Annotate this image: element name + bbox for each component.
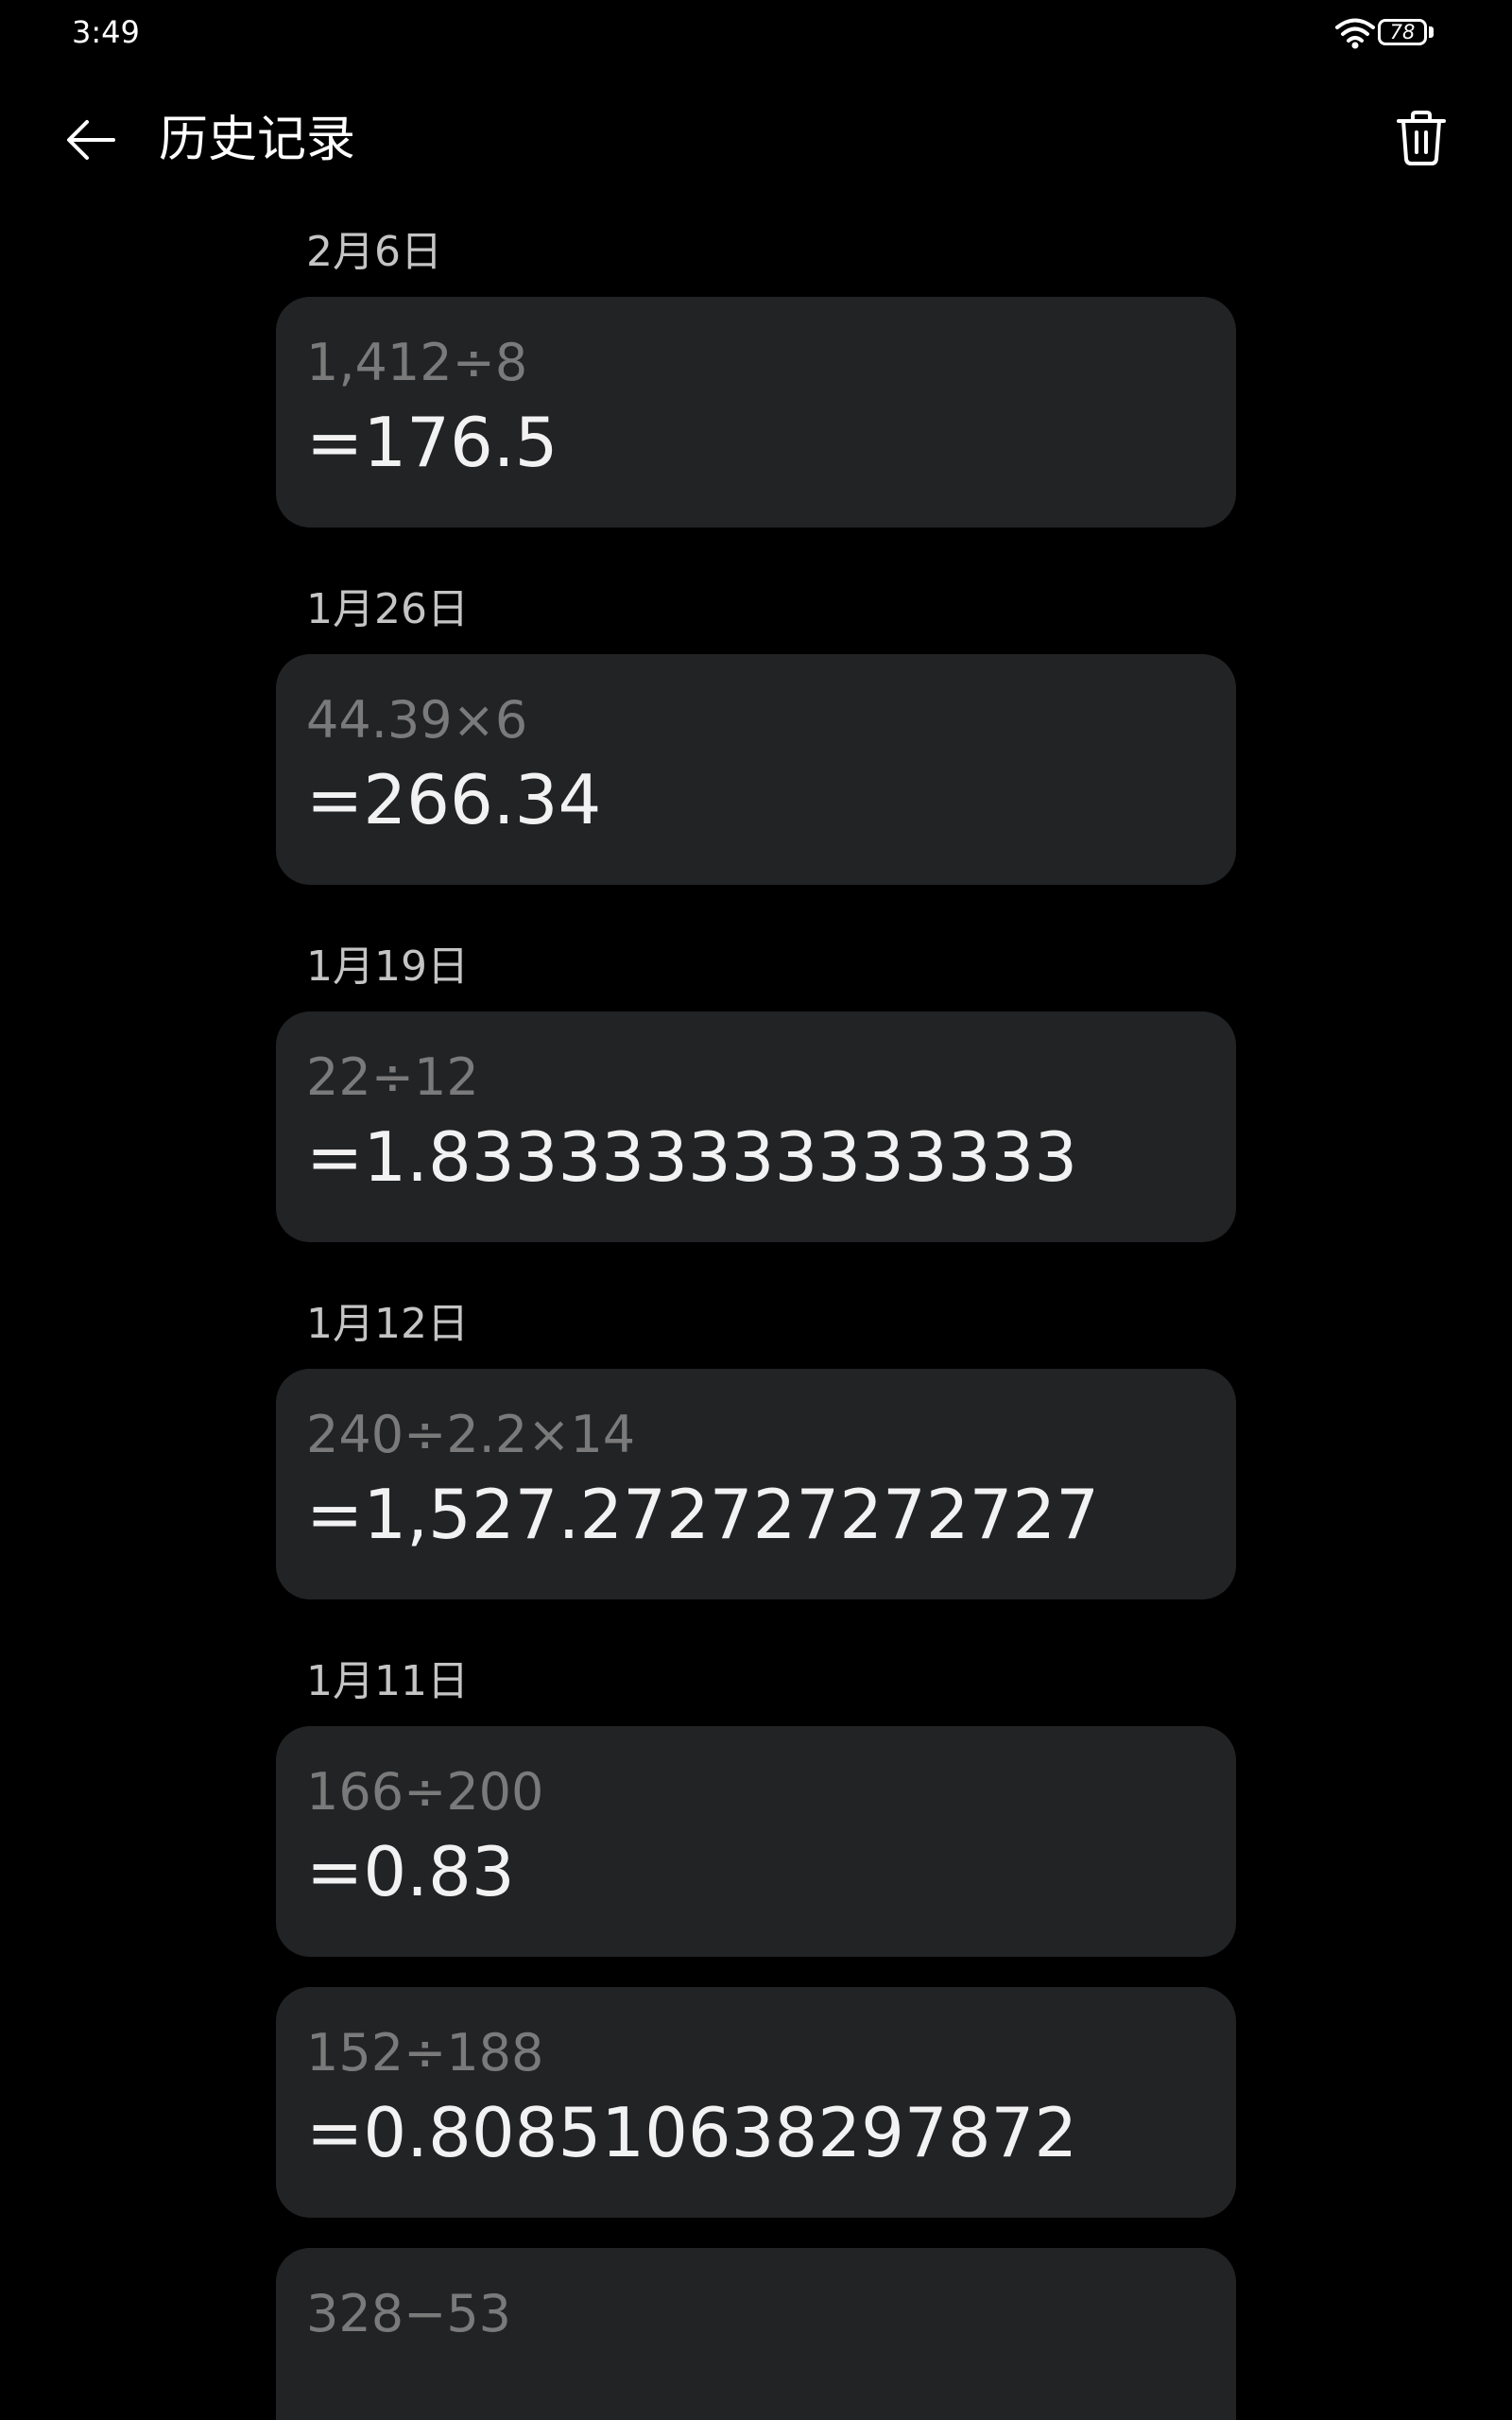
- record-result: =266.34: [306, 760, 602, 839]
- history-record[interactable]: 44.39×6 =266.34: [276, 654, 1236, 885]
- date-label: 1月19日: [306, 942, 469, 991]
- record-expression: 152÷188: [306, 2023, 544, 2083]
- record-expression: 166÷200: [306, 1762, 544, 1822]
- history-record[interactable]: 152÷188 =0.808510638297872: [276, 1987, 1236, 2218]
- back-button[interactable]: [57, 108, 125, 176]
- date-label: 1月11日: [306, 1657, 469, 1705]
- history-record[interactable]: 22÷12 =1.833333333333333: [276, 1011, 1236, 1242]
- history-list[interactable]: 2月6日 1,412÷8 =176.5 1月26日 44.39×6 =266.3…: [276, 214, 1236, 2420]
- history-record[interactable]: 328−53: [276, 2248, 1236, 2420]
- history-record[interactable]: 166÷200 =0.83: [276, 1726, 1236, 1957]
- record-result: =0.83: [306, 1832, 515, 1911]
- wifi-icon: [1334, 17, 1376, 49]
- record-expression: 328−53: [306, 2284, 512, 2343]
- arrow-left-icon: [64, 113, 117, 170]
- record-result: =0.808510638297872: [306, 2093, 1078, 2172]
- date-label: 2月6日: [306, 228, 442, 276]
- delete-button[interactable]: [1385, 104, 1457, 176]
- battery-tip: [1429, 26, 1434, 38]
- record-result: =176.5: [306, 403, 558, 482]
- battery-icon: 78: [1378, 17, 1436, 49]
- status-time: 3:49: [72, 14, 140, 50]
- date-label: 1月12日: [306, 1300, 469, 1348]
- record-expression: 240÷2.2×14: [306, 1405, 636, 1464]
- trash-icon: [1395, 110, 1448, 170]
- record-result: =1,527.272727272727: [306, 1475, 1100, 1554]
- history-record[interactable]: 1,412÷8 =176.5: [276, 297, 1236, 527]
- record-expression: 44.39×6: [306, 690, 528, 750]
- screen: 3:49 78 历史记录 2月6日 1,412÷8 =176.5 1月26日 4…: [0, 0, 1512, 2420]
- app-bar: 历史记录: [0, 91, 1512, 185]
- record-expression: 1,412÷8: [306, 333, 528, 392]
- battery-level: 78: [1389, 21, 1416, 43]
- record-result: =1.833333333333333: [306, 1117, 1078, 1197]
- status-bar: 3:49 78: [0, 0, 1512, 68]
- history-record[interactable]: 240÷2.2×14 =1,527.272727272727: [276, 1369, 1236, 1599]
- page-title: 历史记录: [159, 112, 356, 168]
- record-expression: 22÷12: [306, 1047, 479, 1107]
- date-label: 1月26日: [306, 585, 469, 633]
